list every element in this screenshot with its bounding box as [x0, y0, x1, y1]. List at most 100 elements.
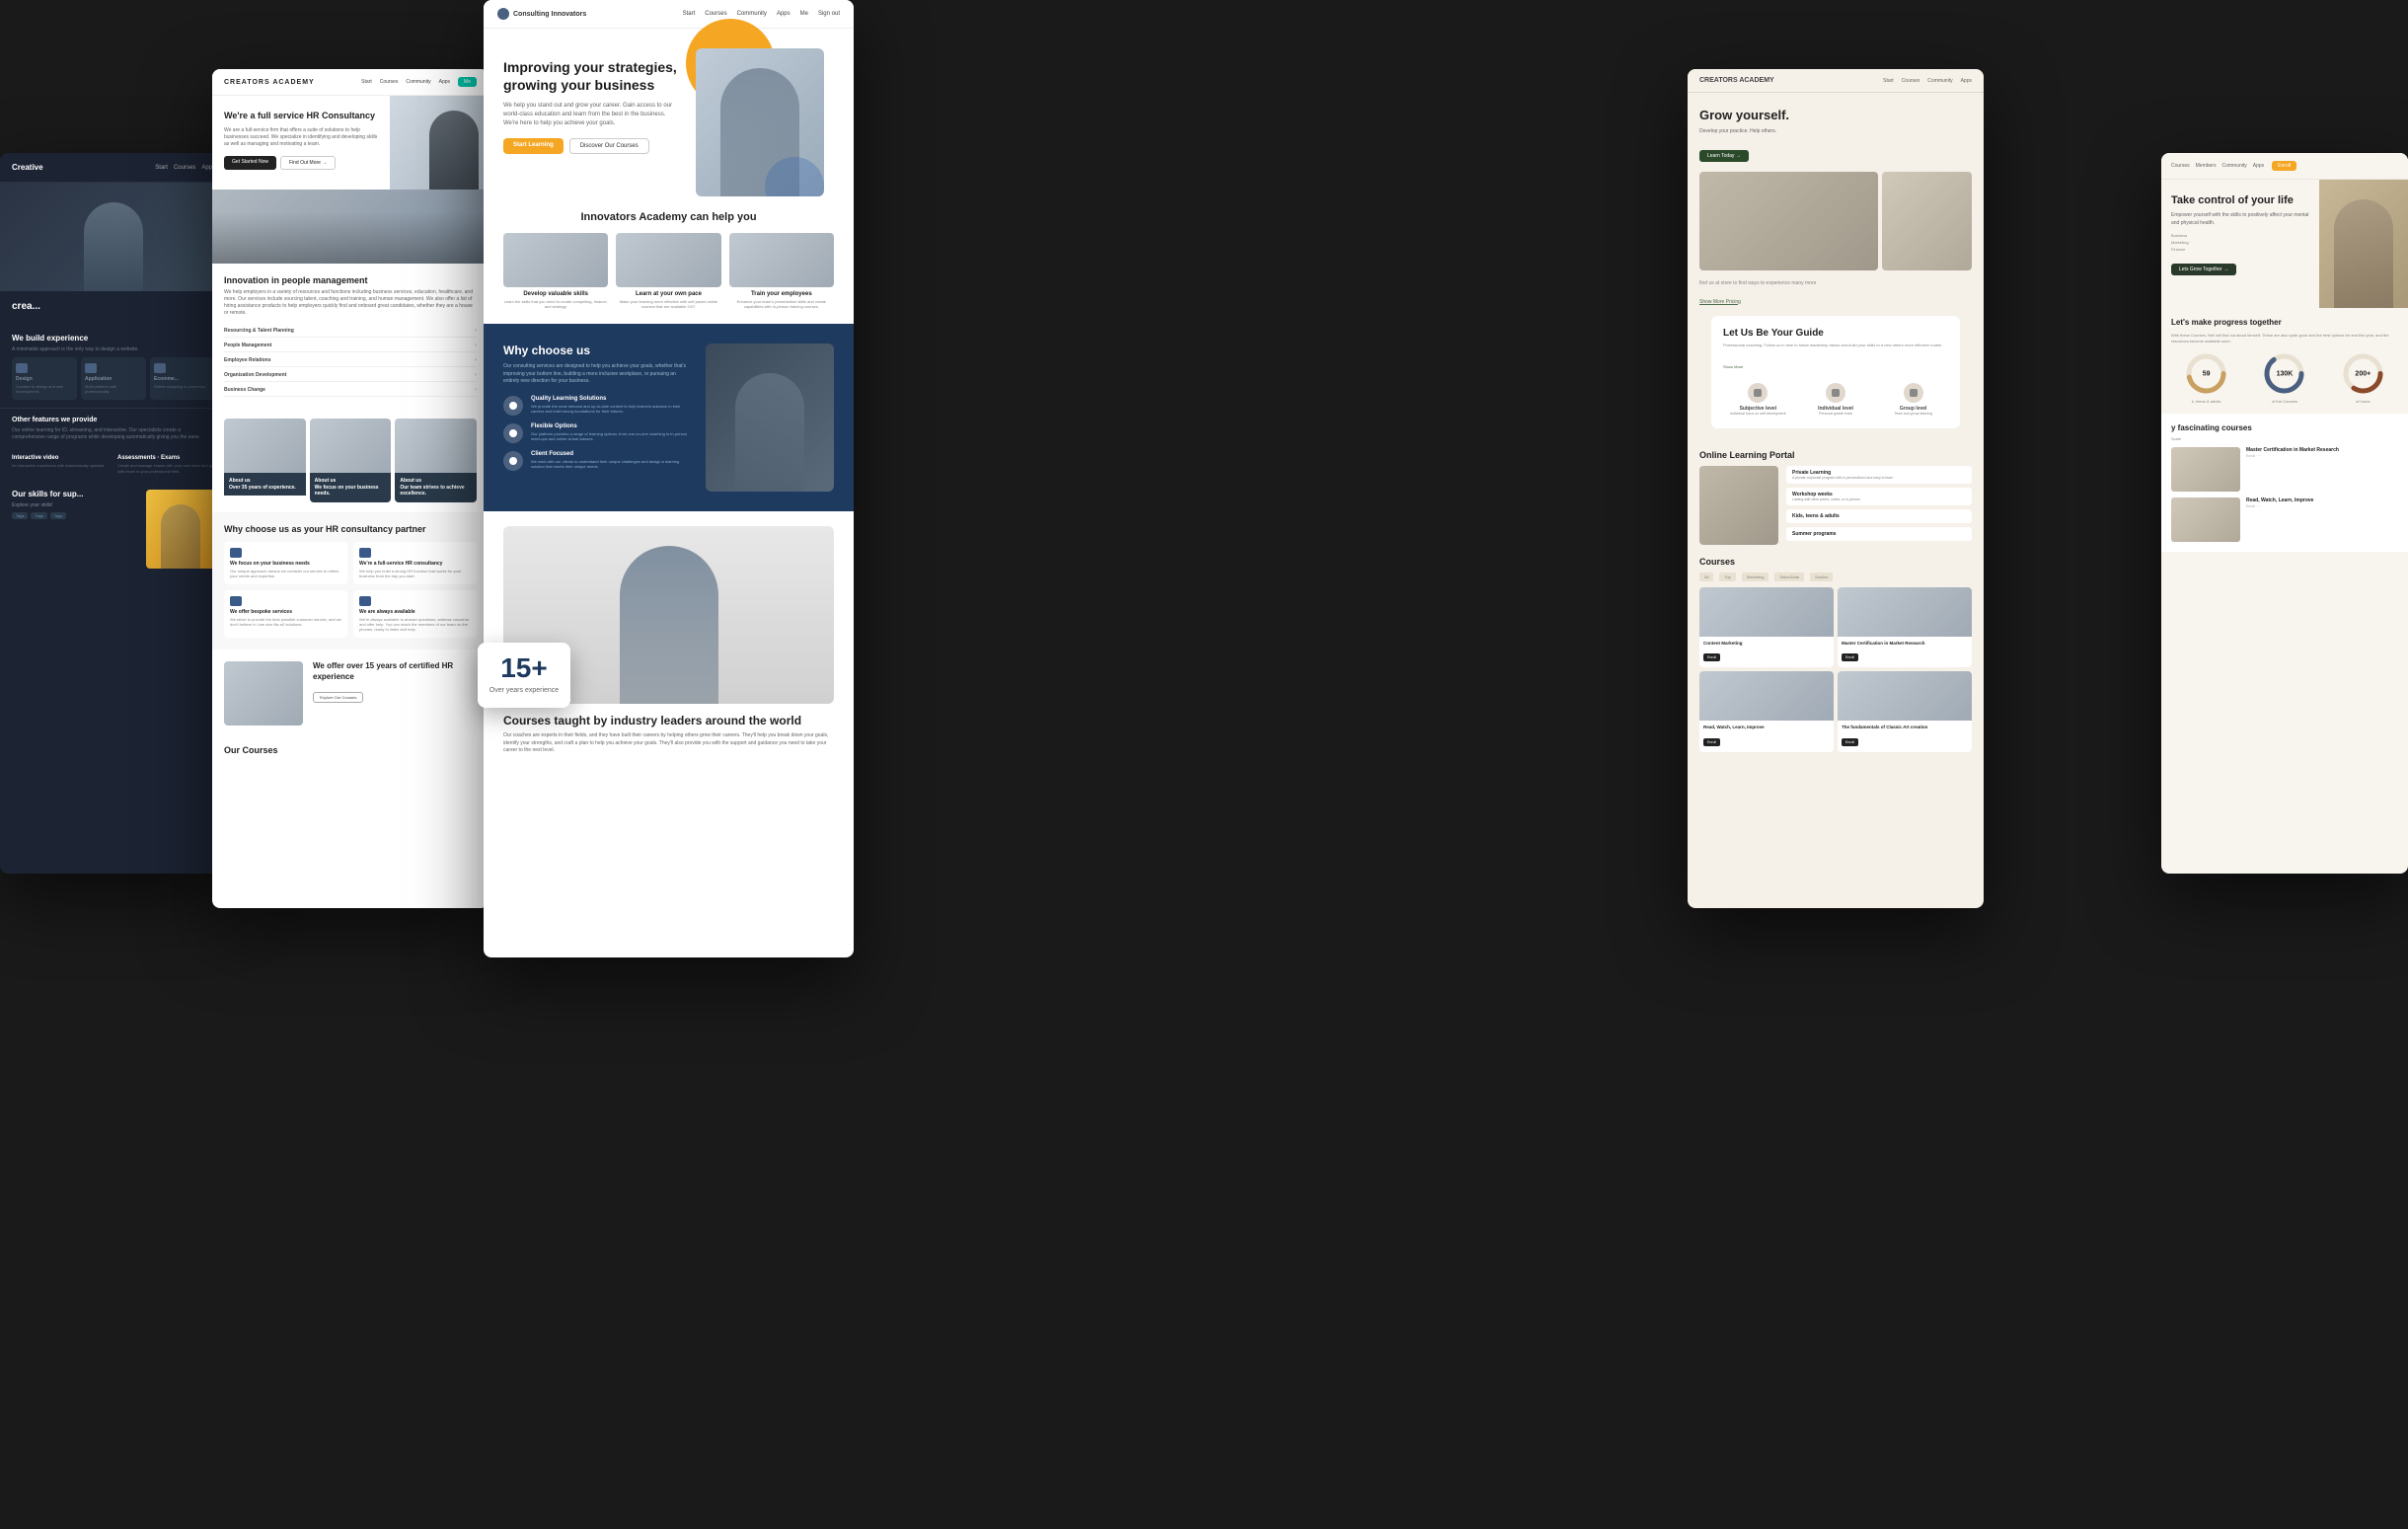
grow-nav-community[interactable]: Community — [1927, 78, 1952, 84]
control-fascinating-title-2: Read, Watch, Learn, Improve — [2246, 497, 2313, 504]
dark-nav-start[interactable]: Start — [155, 165, 168, 171]
hr-service-4[interactable]: Organization Development › — [224, 369, 477, 382]
dark-features-grid: Design Creative in design and web develo… — [0, 357, 227, 408]
control-hero-tags: Business Marketing Finance — [2171, 233, 2309, 252]
control-nav-apps[interactable]: Apps — [2253, 163, 2264, 169]
consulting-why-person — [735, 373, 804, 492]
dark-tag-2[interactable]: Tags — [31, 512, 46, 519]
filter-sales[interactable]: Sales/Data — [1774, 573, 1804, 581]
experience-number: 15+ — [489, 654, 559, 682]
dark-nav-items: Start Courses Apps — [155, 165, 215, 171]
flexible-icon — [503, 423, 523, 443]
grow-portal-summer-title: Summer programs — [1792, 531, 1966, 537]
control-stat-hours: 200+ of hours — [2328, 351, 2398, 404]
grow-nav-apps[interactable]: Apps — [1961, 78, 1972, 84]
hr-service-5-name: Business Change — [224, 387, 265, 393]
grow-portal-private-learning: Private Learning A private corporate pro… — [1786, 466, 1972, 484]
control-nav-members[interactable]: Members — [2196, 163, 2217, 169]
hr-mini-card-3-title: About usOur team strives to achieve exce… — [400, 478, 472, 497]
dark-nav-courses[interactable]: Courses — [174, 165, 195, 171]
grow-courses-grid: Content Marketing Enroll Master Certific… — [1699, 587, 1972, 753]
grow-learn-today-button[interactable]: Learn Today → — [1699, 150, 1749, 162]
dark-tag-1[interactable]: Tags — [12, 512, 28, 519]
fullservice-icon — [359, 548, 371, 558]
grow-guide-title: Let Us Be Your Guide — [1723, 328, 1948, 339]
filter-top[interactable]: Top — [1719, 573, 1735, 581]
hr-services-list: Resourcing & Talent Planning › People Ma… — [224, 325, 477, 397]
consulting-nav-community[interactable]: Community — [737, 11, 767, 17]
hr-get-started-button[interactable]: Get Started Now — [224, 156, 276, 170]
dark-hero-title: crea... — [12, 301, 215, 312]
hr-find-out-button[interactable]: Find Out More → — [280, 156, 336, 170]
consulting-hero-buttons: Start Learning Discover Our Courses — [503, 138, 681, 154]
consulting-nav-courses[interactable]: Courses — [705, 11, 726, 17]
hr-nav-courses[interactable]: Courses — [380, 79, 399, 85]
hr-explore-courses-button[interactable]: Explore Our Courses — [313, 692, 363, 703]
grow-course-2-enroll[interactable]: Enroll — [1842, 653, 1858, 661]
control-hero-image — [2319, 180, 2408, 308]
consulting-help-title: Innovators Academy can help you — [503, 211, 834, 223]
hr-office-overlay — [212, 190, 489, 264]
grow-portal-items: Private Learning A private corporate pro… — [1786, 466, 1972, 545]
grow-milestone-link[interactable]: Show More Pricing — [1699, 299, 1741, 305]
dark-tag-3[interactable]: Tags — [50, 512, 66, 519]
hr-nav-community[interactable]: Community — [406, 79, 430, 85]
hr-mini-card-2: About usWe focus on your business needs. — [310, 419, 392, 502]
hr-service-1[interactable]: Resourcing & Talent Planning › — [224, 325, 477, 338]
grow-navbar: CREATORS ACADEMY Start Courses Community… — [1688, 69, 1984, 93]
consulting-why-feature-3: Client Focused We work with our clients … — [503, 451, 691, 471]
filter-all[interactable]: All — [1699, 573, 1713, 581]
dark-feature-app-desc: Multi platform with professionally. — [85, 384, 142, 394]
control-grow-together-button[interactable]: Lets Grow Together → — [2171, 264, 2236, 275]
consulting-nav-apps[interactable]: Apps — [777, 11, 790, 17]
consulting-why-feature-2-text: Flexible Options Our platform provides a… — [531, 423, 691, 441]
quality-icon-inner — [509, 402, 517, 410]
grow-hero-images — [1688, 172, 1984, 280]
grow-course-4-title: The fundamentals of Classic Art creation — [1842, 725, 1968, 730]
filter-marketing[interactable]: Marketing — [1742, 573, 1769, 581]
control-nav-courses[interactable]: Courses — [2171, 163, 2190, 169]
dark-feature-ecomm-label: Ecomme... — [154, 376, 211, 382]
grow-course-3-enroll[interactable]: Enroll — [1703, 738, 1720, 746]
grow-course-1-title: Content Marketing — [1703, 641, 1830, 647]
dark-skills-sub: Explore your skills! — [12, 502, 138, 508]
dark-skills-tags: Tags Tags Tags — [12, 512, 138, 519]
control-stat-courses: 130K of the Courses — [2249, 351, 2319, 404]
grow-course-1-enroll[interactable]: Enroll — [1703, 653, 1720, 661]
hr-nav-apps[interactable]: Apps — [439, 79, 450, 85]
hr-nav-button[interactable]: Me — [458, 77, 477, 87]
hr-nav-start[interactable]: Start — [361, 79, 372, 85]
hr-offer-section: We offer over 15 years of certified HR e… — [212, 650, 489, 737]
consulting-nav-user[interactable]: Me — [800, 11, 808, 17]
hr-mini-card-1: About usOver 35 years of experience. — [224, 419, 306, 502]
consulting-nav-signout[interactable]: Sign out — [818, 11, 840, 17]
consulting-start-learning-button[interactable]: Start Learning — [503, 138, 564, 154]
experience-box: 15+ Over years experience — [478, 643, 570, 708]
control-enroll-button[interactable]: Enroll — [2272, 161, 2296, 171]
consulting-why-desc: Our consulting services are designed to … — [503, 363, 691, 386]
consulting-hero-title: Improving your strategies, growing your … — [503, 58, 681, 94]
filter-studies[interactable]: Studies — [1810, 573, 1833, 581]
hr-why-1-title: We focus on your business needs — [230, 561, 341, 567]
hr-hero-image — [390, 96, 489, 190]
experience-text: Over years experience — [489, 686, 559, 696]
consulting-help-section: Innovators Academy can help you Develop … — [484, 196, 854, 324]
quality-icon — [503, 396, 523, 416]
consulting-help-card-1-desc: Learn the skills that you need to create… — [503, 299, 608, 309]
grow-nav-start[interactable]: Start — [1883, 78, 1894, 84]
hr-service-2[interactable]: People Management › — [224, 340, 477, 352]
control-tag-marketing: Marketing — [2171, 240, 2309, 245]
cart-icon — [154, 363, 166, 373]
hr-mini-card-3: About usOur team strives to achieve exce… — [395, 419, 477, 502]
grow-course-market-research: Master Certification in Market Research … — [1838, 587, 1972, 668]
consulting-discover-button[interactable]: Discover Our Courses — [569, 138, 649, 154]
consulting-nav-start[interactable]: Start — [683, 11, 696, 17]
dark-other-title: Other features we provide — [12, 417, 215, 423]
hr-service-3[interactable]: Employee Relations › — [224, 354, 477, 367]
grow-nav-courses[interactable]: Courses — [1902, 78, 1920, 84]
grow-guide-more-link[interactable]: Show More — [1723, 364, 1743, 369]
grow-course-4-enroll[interactable]: Enroll — [1842, 738, 1858, 746]
card-grow: CREATORS ACADEMY Start Courses Community… — [1688, 69, 1984, 908]
hr-service-5[interactable]: Business Change › — [224, 384, 477, 397]
control-nav-community[interactable]: Community — [2221, 163, 2246, 169]
